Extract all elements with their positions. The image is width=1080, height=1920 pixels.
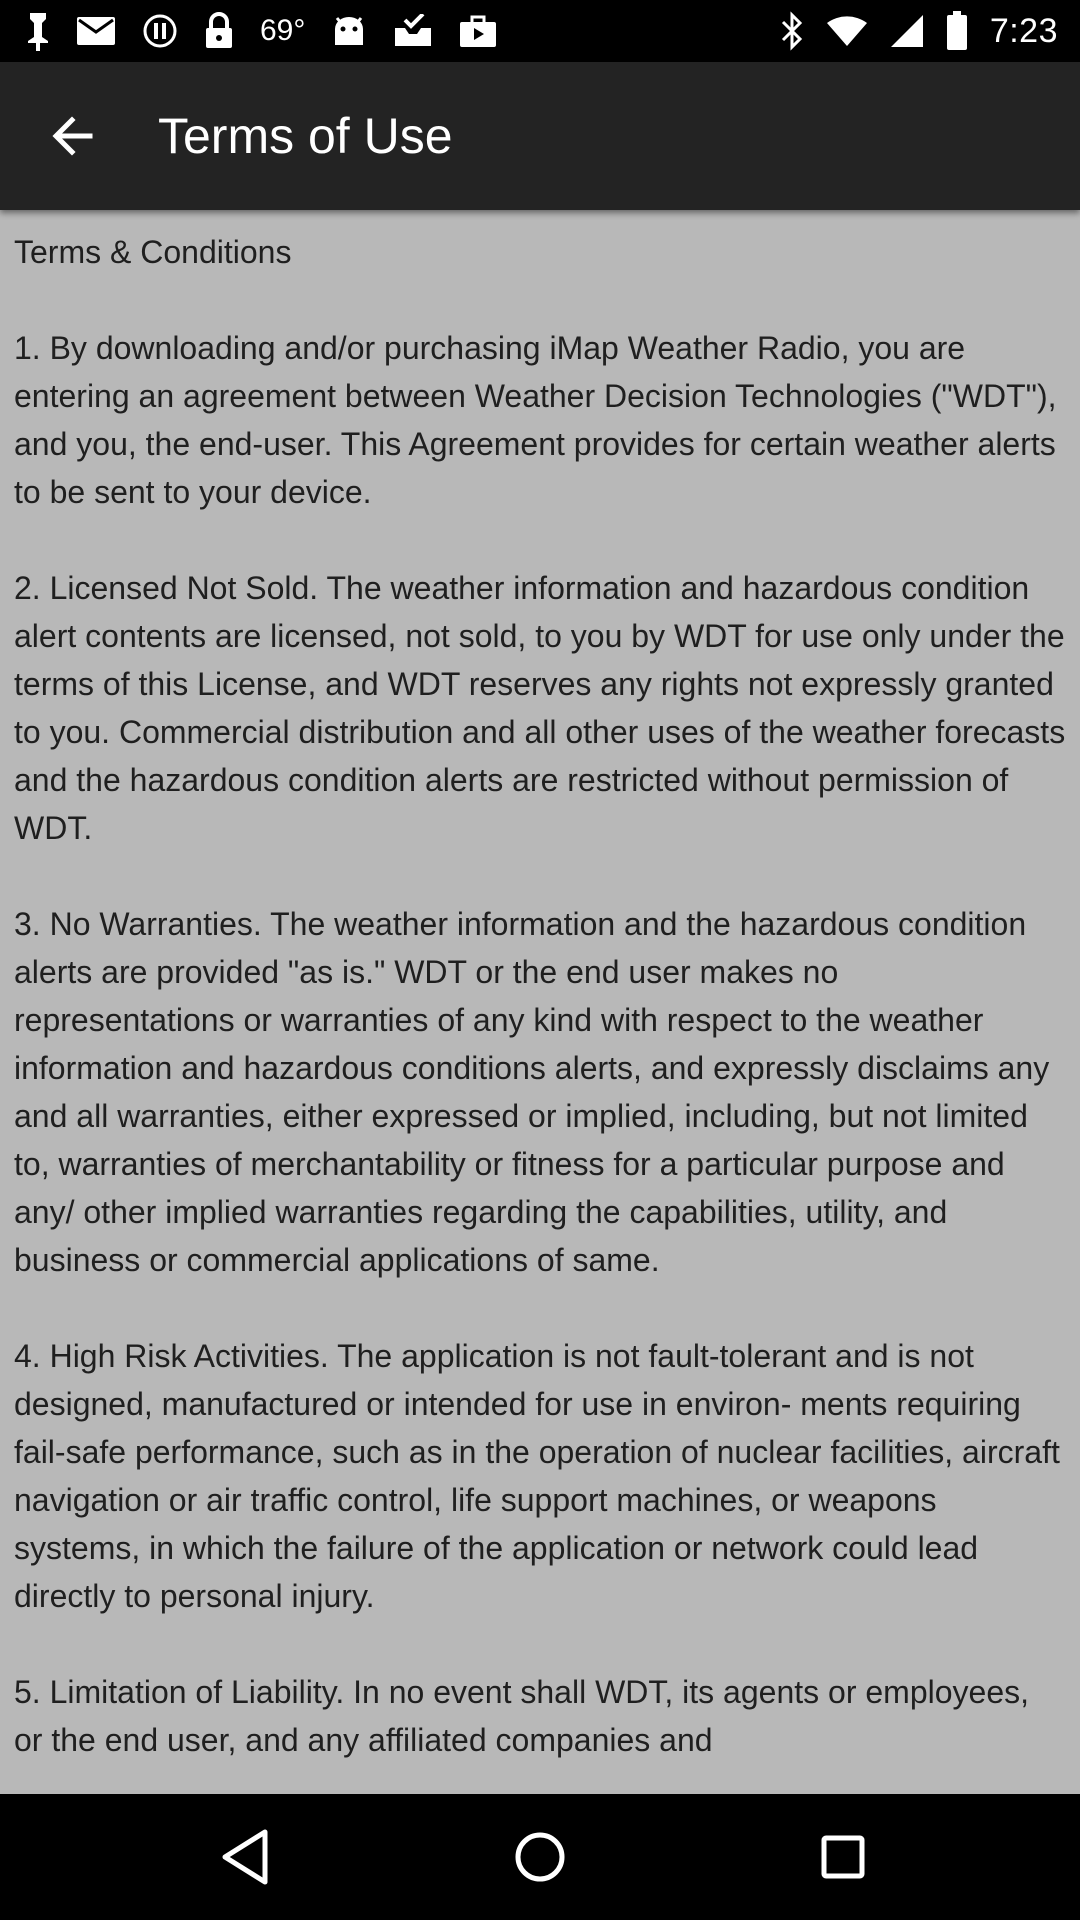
terms-paragraph-4: 4. High Risk Activities. The application…: [14, 1338, 1060, 1614]
arrow-left-icon: [50, 114, 94, 158]
terms-scroll-view[interactable]: Terms & Conditions 1. By downloading and…: [0, 210, 1080, 1794]
terms-text: Terms & Conditions 1. By downloading and…: [14, 228, 1066, 1794]
battery-icon: [946, 11, 968, 51]
terms-paragraph-3: 3. No Warranties. The weather informatio…: [14, 906, 1050, 1278]
home-circle-icon: [514, 1831, 566, 1883]
status-bar-right: 7:23: [780, 0, 1058, 62]
back-triangle-icon: [219, 1828, 271, 1886]
lock-icon: [204, 12, 234, 50]
nav-back-button[interactable]: [165, 1794, 325, 1920]
wifi-icon: [826, 15, 868, 47]
terms-paragraph-1: 1. By downloading and/or purchasing iMap…: [14, 330, 1057, 510]
mail-icon: [76, 16, 116, 46]
terms-heading: Terms & Conditions: [14, 234, 292, 270]
android-icon: [331, 15, 367, 47]
alert-circle-icon: [142, 13, 178, 49]
status-bar-left: 69°: [26, 0, 497, 62]
terms-paragraph-5: 5. Limitation of Liability. In no event …: [14, 1674, 1029, 1758]
page-title: Terms of Use: [158, 108, 453, 164]
notification-icon: [26, 11, 50, 51]
nav-home-button[interactable]: [460, 1794, 620, 1920]
clock-text: 7:23: [989, 11, 1058, 50]
recents-square-icon: [820, 1834, 866, 1880]
signal-icon: [890, 14, 924, 48]
navigation-bar: [0, 1794, 1080, 1920]
bluetooth-icon: [780, 11, 804, 51]
terms-paragraph-2: 2. Licensed Not Sold. The weather inform…: [14, 570, 1066, 846]
inbox-check-icon: [393, 14, 433, 48]
temperature-text: 69°: [260, 14, 306, 47]
back-button[interactable]: [30, 94, 114, 178]
status-bar: 69° 7:23: [0, 0, 1080, 62]
briefcase-icon: [459, 14, 497, 48]
app-bar: Terms of Use: [0, 62, 1080, 210]
nav-recents-button[interactable]: [763, 1794, 923, 1920]
